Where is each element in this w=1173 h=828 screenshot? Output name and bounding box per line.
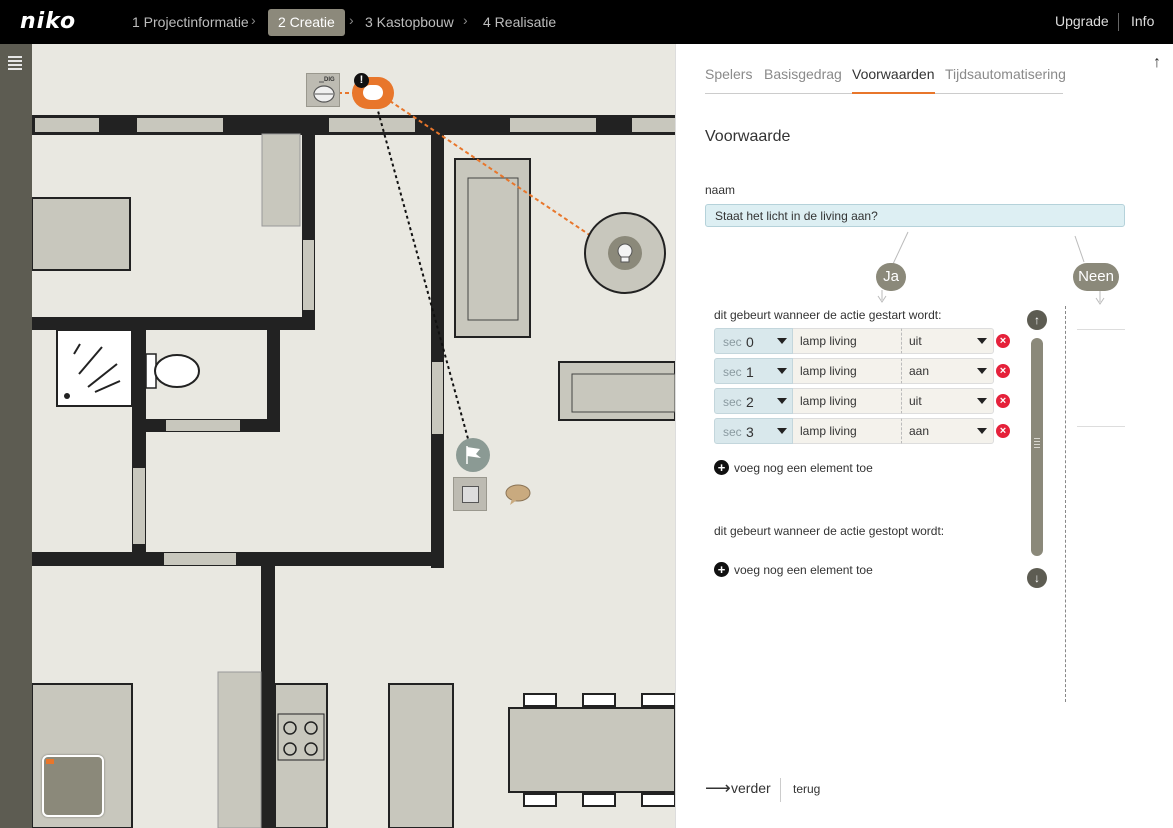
seconds-select[interactable]: sec 1: [714, 358, 793, 384]
caret-down-icon: [777, 428, 787, 434]
plus-icon: +: [714, 562, 729, 577]
switch-device[interactable]: [453, 477, 487, 511]
chevron-right-icon: ›: [463, 12, 468, 28]
switch-icon: [462, 486, 479, 503]
action-row: sec 3 lamp living aan: [714, 418, 994, 444]
state-select[interactable]: uit: [901, 328, 994, 354]
element-field[interactable]: lamp living: [793, 388, 901, 414]
floor-plan-canvas[interactable]: DIG !: [32, 44, 675, 828]
remove-icon[interactable]: ×: [996, 364, 1010, 378]
name-input[interactable]: [705, 204, 1125, 227]
remove-icon[interactable]: ×: [996, 334, 1010, 348]
plus-icon: +: [714, 460, 729, 475]
scroll-down-button[interactable]: ↓: [1027, 568, 1047, 588]
menu-icon[interactable]: [8, 56, 22, 72]
action-row: sec 2 lamp living uit: [714, 388, 994, 414]
speech-bubble-icon: [363, 85, 383, 100]
caret-down-icon: [977, 338, 987, 344]
caret-down-icon: [977, 398, 987, 404]
chevron-right-icon: ›: [349, 12, 354, 28]
scrollbar-thumb[interactable]: [1031, 338, 1043, 556]
device-label: DIG: [324, 77, 335, 83]
scroll-up-button[interactable]: ↑: [1027, 310, 1047, 330]
light-bulb-icon: [608, 236, 642, 270]
name-label: naam: [705, 183, 736, 197]
left-rail: [0, 44, 32, 828]
grip-icon: [1034, 438, 1040, 450]
top-bar: niko 1 Projectinformatie › 2 Creatie › 3…: [0, 0, 1173, 44]
panel-tabs: Spelers Basisgedrag Voorwaarden Tijdsaut…: [705, 66, 1066, 94]
terug-button[interactable]: terug: [793, 782, 820, 796]
tab-voorwaarden[interactable]: Voorwaarden: [852, 66, 935, 94]
tab-tijdsautomatisering[interactable]: Tijdsautomatisering: [945, 66, 1066, 94]
step-creatie[interactable]: 2 Creatie: [268, 9, 345, 36]
minimap-viewport-marker: [46, 759, 54, 764]
top-separator: [1118, 13, 1119, 31]
caret-down-icon: [777, 368, 787, 374]
wall: [431, 132, 444, 568]
dig-sensor-device[interactable]: DIG: [306, 73, 340, 107]
upgrade-link[interactable]: Upgrade: [1055, 13, 1109, 29]
branch-neen[interactable]: Neen: [1073, 263, 1119, 291]
action-row: sec 1 lamp living aan: [714, 358, 994, 384]
state-select[interactable]: aan: [901, 358, 994, 384]
element-field[interactable]: lamp living: [793, 358, 901, 384]
branch-divider: [1065, 306, 1066, 702]
tab-spelers[interactable]: Spelers: [705, 66, 752, 94]
state-select[interactable]: uit: [901, 388, 994, 414]
step-kastopbouw[interactable]: 3 Kastopbouw: [355, 9, 464, 36]
caret-down-icon: [777, 338, 787, 344]
neen-placeholder-line: [1077, 426, 1125, 427]
flag-icon: [466, 446, 481, 464]
seconds-select[interactable]: sec 2: [714, 388, 793, 414]
panel-footer: ⟶ verder terug: [705, 778, 905, 802]
element-field[interactable]: lamp living: [793, 418, 901, 444]
tab-basisgedrag[interactable]: Basisgedrag: [764, 66, 842, 94]
info-link[interactable]: Info: [1131, 13, 1154, 29]
wall: [32, 317, 315, 330]
wall: [267, 330, 280, 432]
warning-icon[interactable]: !: [354, 73, 369, 88]
neen-placeholder-line: [1077, 329, 1125, 330]
section-title: Voorwaarde: [705, 128, 791, 145]
lamp-living-device[interactable]: [584, 212, 666, 294]
step-projectinformatie[interactable]: 1 Projectinformatie: [122, 9, 259, 36]
niko-logo[interactable]: niko: [20, 9, 76, 34]
footer-separator: [780, 778, 781, 802]
branch-ja[interactable]: Ja: [876, 263, 906, 291]
seconds-select[interactable]: sec 0: [714, 328, 793, 354]
remove-icon[interactable]: ×: [996, 424, 1010, 438]
wall: [261, 566, 275, 828]
remove-icon[interactable]: ×: [996, 394, 1010, 408]
caret-down-icon: [977, 428, 987, 434]
wall: [32, 552, 444, 566]
state-select[interactable]: aan: [901, 418, 994, 444]
minimap[interactable]: [42, 755, 104, 817]
properties-panel: ↑ Spelers Basisgedrag Voorwaarden Tijdsa…: [675, 44, 1173, 828]
floor-plan-drawing: [32, 92, 675, 828]
arrow-up-icon[interactable]: ↑: [1153, 54, 1161, 72]
stopped-label: dit gebeurt wanneer de actie gestopt wor…: [714, 524, 945, 538]
caret-down-icon: [777, 398, 787, 404]
action-row: sec 0 lamp living uit: [714, 328, 994, 354]
arrow-right-icon[interactable]: ⟶: [705, 778, 731, 799]
verder-button[interactable]: verder: [731, 780, 771, 796]
flag-device[interactable]: [456, 438, 490, 472]
chevron-right-icon: ›: [251, 12, 256, 28]
seconds-select[interactable]: sec 3: [714, 418, 793, 444]
element-field[interactable]: lamp living: [793, 328, 901, 354]
step-realisatie[interactable]: 4 Realisatie: [473, 9, 566, 36]
caret-down-icon: [977, 368, 987, 374]
comment-bubble-icon[interactable]: [504, 484, 532, 506]
started-label: dit gebeurt wanneer de actie gestart wor…: [714, 308, 942, 322]
